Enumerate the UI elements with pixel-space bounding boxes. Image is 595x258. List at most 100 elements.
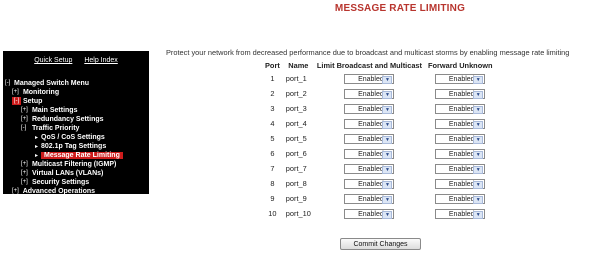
chevron-down-icon[interactable]: ▼	[473, 90, 484, 99]
forward-unknown-select[interactable]: Enabled ▼	[435, 118, 486, 129]
commit-changes-button[interactable]: Commit Changes	[340, 238, 421, 250]
limit-broadcast-select[interactable]: Enabled ▼	[344, 73, 395, 84]
column-header-port: Port	[265, 61, 280, 70]
select-value: Enabled	[358, 195, 384, 203]
select-value: Enabled	[448, 195, 475, 203]
chevron-down-icon[interactable]: ▼	[382, 105, 393, 114]
help-index-link[interactable]: Help Index	[84, 57, 117, 64]
select-value: Enabled	[358, 120, 384, 128]
chevron-down-icon[interactable]: ▼	[473, 105, 484, 114]
expand-icon[interactable]: [+]	[21, 160, 30, 169]
sidebar-item-virtual-lans[interactable]: [+] Virtual LANs (VLANs)	[21, 169, 103, 178]
forward-unknown-select[interactable]: Enabled ▼	[435, 208, 486, 219]
sidebar-item-label: Traffic Priority	[31, 125, 80, 132]
chevron-down-icon[interactable]: ▼	[382, 120, 393, 129]
select-value: Enabled	[448, 180, 475, 188]
expand-icon[interactable]: [+]	[21, 178, 30, 187]
port-number: 7	[270, 164, 275, 173]
sidebar-item-main-settings[interactable]: [+] Main Settings	[21, 106, 77, 115]
port-name: port_5	[285, 134, 307, 143]
sidebar-item-redundancy-settings[interactable]: [+] Redundancy Settings	[21, 115, 104, 124]
sidebar-item-security-settings[interactable]: [+] Security Settings	[21, 178, 89, 187]
limit-cell: Enabled ▼	[314, 146, 425, 161]
forward-cell: Enabled ▼	[425, 146, 495, 161]
chevron-down-icon[interactable]: ▼	[382, 180, 393, 189]
forward-unknown-select[interactable]: Enabled ▼	[435, 73, 486, 84]
chevron-down-icon[interactable]: ▼	[473, 195, 484, 204]
forward-unknown-select[interactable]: Enabled ▼	[435, 148, 486, 159]
limit-cell: Enabled ▼	[314, 206, 425, 221]
select-value: Enabled	[358, 180, 384, 188]
chevron-down-icon[interactable]: ▼	[382, 150, 393, 159]
sidebar-item-message-rate-limiting[interactable]: ▸ Message Rate Limiting	[35, 151, 123, 160]
port-name: port_4	[285, 119, 307, 128]
sidebar-item-multicast-filtering[interactable]: [+] Multicast Filtering (IGMP)	[21, 160, 116, 169]
port-number: 6	[270, 149, 275, 158]
sidebar-item-8021p-tag-settings[interactable]: ▸ 802.1p Tag Settings	[35, 142, 106, 151]
chevron-down-icon[interactable]: ▼	[473, 75, 484, 84]
select-value: Enabled	[448, 150, 475, 158]
expand-icon[interactable]: [+]	[21, 115, 30, 124]
limit-broadcast-select[interactable]: Enabled ▼	[344, 88, 395, 99]
expand-icon[interactable]: [+]	[12, 88, 21, 97]
chevron-down-icon[interactable]: ▼	[473, 210, 484, 219]
limit-broadcast-select[interactable]: Enabled ▼	[344, 118, 395, 129]
select-value: Enabled	[448, 135, 475, 143]
select-value: Enabled	[448, 75, 475, 83]
limit-broadcast-select[interactable]: Enabled ▼	[344, 133, 395, 144]
chevron-down-icon[interactable]: ▼	[473, 135, 484, 144]
page-title: MESSAGE RATE LIMITING	[334, 3, 466, 14]
limit-broadcast-select[interactable]: Enabled ▼	[344, 148, 395, 159]
chevron-down-icon[interactable]: ▼	[473, 120, 484, 129]
port-number: 3	[270, 104, 275, 113]
forward-unknown-select[interactable]: Enabled ▼	[435, 163, 486, 174]
port-name: port_10	[285, 209, 311, 218]
table-header-row: Port Name Limit Broadcast and Multicast …	[262, 60, 495, 71]
sidebar-item-monitoring[interactable]: [+] Monitoring	[12, 88, 59, 97]
limit-broadcast-select[interactable]: Enabled ▼	[344, 208, 395, 219]
collapse-icon[interactable]: [-]	[12, 97, 21, 105]
limit-broadcast-select[interactable]: Enabled ▼	[344, 163, 395, 174]
collapse-icon[interactable]: [-]	[5, 79, 14, 88]
chevron-down-icon[interactable]: ▼	[473, 180, 484, 189]
forward-unknown-select[interactable]: Enabled ▼	[435, 178, 486, 189]
chevron-down-icon[interactable]: ▼	[382, 90, 393, 99]
forward-cell: Enabled ▼	[425, 116, 495, 131]
sidebar-item-managed-switch-menu[interactable]: [-] Managed Switch Menu	[5, 79, 89, 88]
sidebar-item-traffic-priority[interactable]: [-] Traffic Priority	[21, 124, 79, 133]
forward-unknown-select[interactable]: Enabled ▼	[435, 103, 486, 114]
table-row: 1 port_1 Enabled ▼ Enabled ▼	[262, 71, 495, 86]
chevron-down-icon[interactable]: ▼	[382, 210, 393, 219]
limit-broadcast-select[interactable]: Enabled ▼	[344, 103, 395, 114]
forward-cell: Enabled ▼	[425, 86, 495, 101]
chevron-down-icon[interactable]: ▼	[382, 195, 393, 204]
select-value: Enabled	[448, 210, 475, 218]
limit-cell: Enabled ▼	[314, 101, 425, 116]
quick-setup-link[interactable]: Quick Setup	[34, 57, 72, 64]
expand-icon[interactable]: [+]	[21, 169, 30, 178]
forward-cell: Enabled ▼	[425, 176, 495, 191]
port-name: port_6	[285, 149, 307, 158]
sidebar-item-qos-cos-settings[interactable]: ▸ QoS / CoS Settings	[35, 133, 105, 142]
chevron-down-icon[interactable]: ▼	[382, 135, 393, 144]
forward-unknown-select[interactable]: Enabled ▼	[435, 133, 486, 144]
port-number: 9	[270, 194, 275, 203]
table-row: 10 port_10 Enabled ▼ Enabled ▼	[262, 206, 495, 221]
sidebar-item-advanced-operations[interactable]: [+] Advanced Operations	[12, 187, 95, 196]
sidebar-item-label: Advanced Operations	[22, 188, 96, 195]
expand-icon[interactable]: [+]	[21, 106, 30, 115]
chevron-down-icon[interactable]: ▼	[473, 165, 484, 174]
forward-unknown-select[interactable]: Enabled ▼	[435, 88, 486, 99]
limit-broadcast-select[interactable]: Enabled ▼	[344, 178, 395, 189]
forward-unknown-select[interactable]: Enabled ▼	[435, 193, 486, 204]
expand-icon[interactable]: [+]	[12, 187, 21, 196]
sidebar-item-setup[interactable]: [-] Setup	[12, 97, 42, 106]
chevron-down-icon[interactable]: ▼	[382, 75, 393, 84]
column-header-limit: Limit Broadcast and Multicast	[316, 61, 423, 70]
table-row: 9 port_9 Enabled ▼ Enabled ▼	[262, 191, 495, 206]
limit-broadcast-select[interactable]: Enabled ▼	[344, 193, 395, 204]
port-name: port_1	[285, 74, 307, 83]
chevron-down-icon[interactable]: ▼	[473, 150, 484, 159]
collapse-icon[interactable]: [-]	[21, 124, 30, 133]
chevron-down-icon[interactable]: ▼	[382, 165, 393, 174]
